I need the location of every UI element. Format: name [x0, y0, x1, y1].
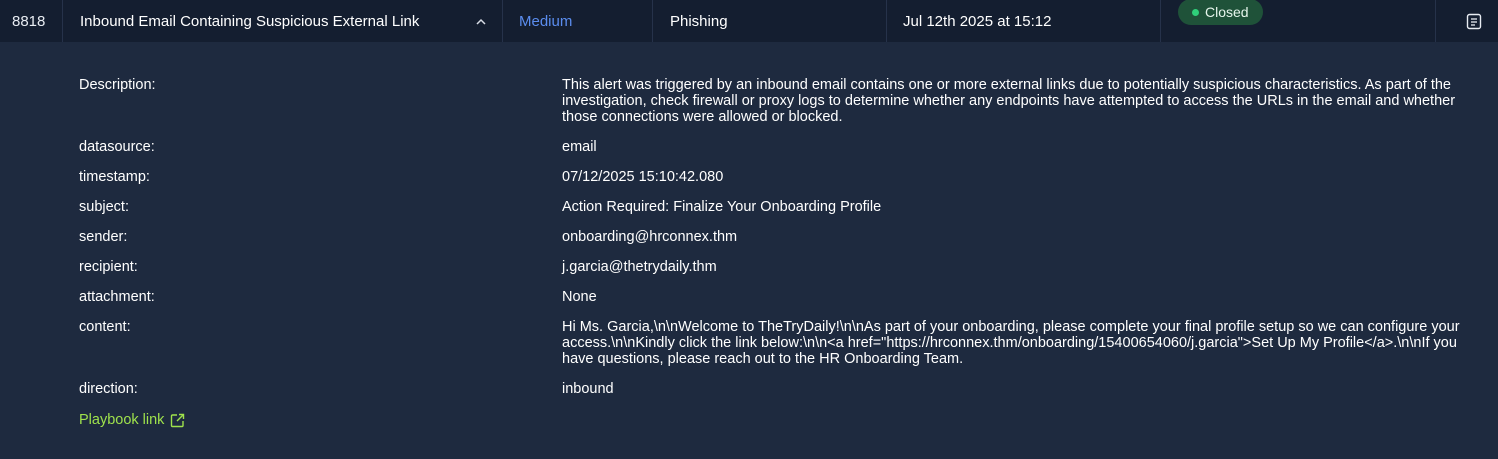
alert-row[interactable]: 8818 Inbound Email Containing Suspicious… [0, 0, 1498, 42]
timestamp-label: timestamp: [79, 169, 150, 185]
column-divider [652, 0, 653, 42]
attachment-value: None [562, 289, 597, 305]
recipient-label: recipient: [79, 259, 138, 275]
column-divider [886, 0, 887, 42]
status-cell: Closed [1178, 0, 1263, 42]
column-divider [1435, 0, 1436, 42]
attachment-label: attachment: [79, 289, 155, 305]
description-value: This alert was triggered by an inbound e… [562, 77, 1456, 125]
severity-label: Medium [519, 12, 573, 30]
sender-label: sender: [79, 229, 128, 245]
datasource-value: email [562, 139, 597, 155]
column-divider [1160, 0, 1161, 42]
direction-label: direction: [79, 381, 138, 397]
column-divider [502, 0, 503, 42]
alert-date: Jul 12th 2025 at 15:12 [903, 12, 1052, 30]
subject-label: subject: [79, 199, 129, 215]
timestamp-value: 07/12/2025 15:10:42.080 [562, 169, 724, 185]
datasource-label: datasource: [79, 139, 155, 155]
chevron-up-icon[interactable] [472, 0, 490, 42]
subject-value: Action Required: Finalize Your Onboardin… [562, 199, 882, 215]
content-label: content: [79, 319, 131, 335]
column-divider [62, 0, 63, 42]
playbook-link-label: Playbook link [79, 412, 165, 428]
status-badge: Closed [1178, 0, 1263, 25]
status-dot-icon [1192, 8, 1199, 16]
playbook-link[interactable]: Playbook link [79, 412, 185, 428]
category-label: Phishing [670, 12, 728, 30]
recipient-value: j.garcia@thetrydaily.thm [562, 259, 717, 275]
document-icon[interactable] [1466, 0, 1482, 42]
description-label: Description: [79, 77, 156, 93]
sender-value: onboarding@hrconnex.thm [562, 229, 738, 245]
external-link-icon [171, 413, 185, 427]
content-value: Hi Ms. Garcia,\n\nWelcome to TheTryDaily… [562, 319, 1460, 367]
alert-title: Inbound Email Containing Suspicious Exte… [80, 12, 420, 30]
alert-id: 8818 [12, 12, 46, 30]
status-label: Closed [1205, 4, 1249, 20]
direction-value: inbound [562, 381, 614, 397]
alert-details-panel: Description: This alert was triggered by… [0, 42, 1498, 459]
